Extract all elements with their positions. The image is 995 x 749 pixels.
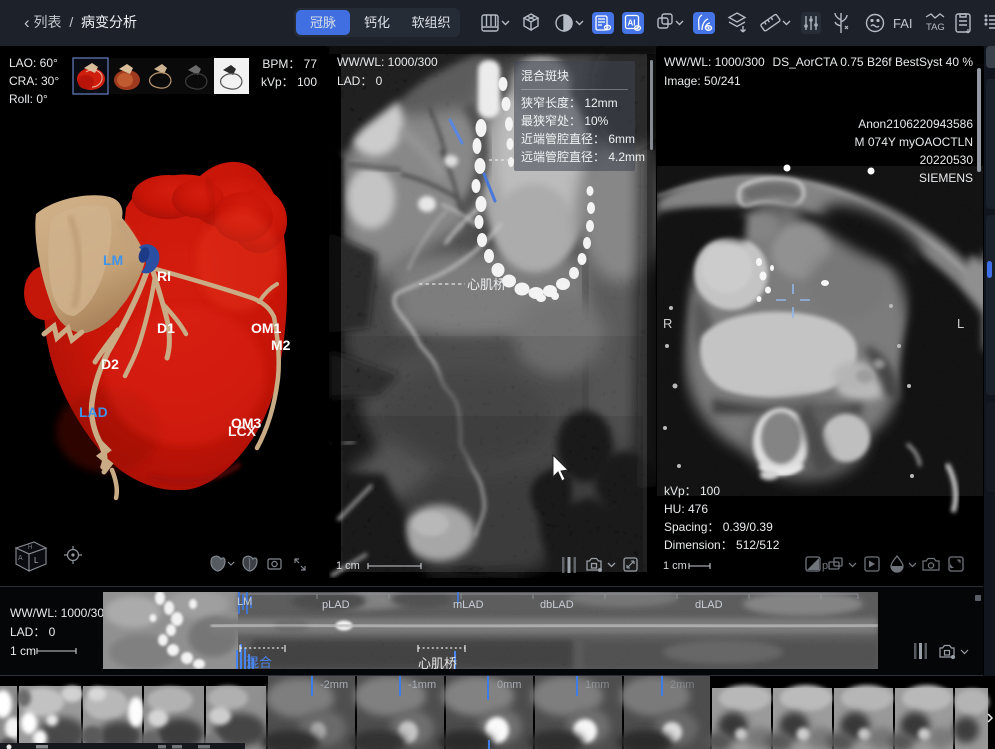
svg-text:TAG: TAG bbox=[926, 22, 945, 33]
svg-text:mLAD: mLAD bbox=[453, 599, 484, 611]
svg-text:R: R bbox=[663, 316, 672, 331]
svg-text:1 cm: 1 cm bbox=[336, 560, 360, 572]
svg-text:L: L bbox=[34, 556, 39, 565]
svg-text:-1mm: -1mm bbox=[408, 679, 436, 691]
svg-text:心肌桥: 心肌桥 bbox=[418, 656, 457, 669]
svg-text:2mm: 2mm bbox=[670, 679, 694, 691]
svg-text:FAI: FAI bbox=[893, 16, 913, 31]
svg-text:A: A bbox=[18, 555, 23, 562]
svg-text:LM: LM bbox=[237, 596, 252, 608]
svg-text:心肌桥: 心肌桥 bbox=[467, 277, 506, 292]
svg-text:混合: 混合 bbox=[246, 655, 272, 669]
svg-text:H: H bbox=[28, 545, 32, 551]
svg-text:p: p bbox=[822, 560, 828, 572]
svg-text:dLAD: dLAD bbox=[695, 599, 723, 611]
svg-text:1 cm: 1 cm bbox=[663, 560, 687, 572]
svg-text:1mm: 1mm bbox=[585, 679, 609, 691]
svg-text:-2mm: -2mm bbox=[320, 679, 348, 691]
svg-text:AI: AI bbox=[628, 19, 636, 28]
svg-text:dbLAD: dbLAD bbox=[540, 599, 574, 611]
svg-text:0mm: 0mm bbox=[497, 679, 521, 691]
svg-text:L: L bbox=[957, 316, 964, 331]
svg-text:pLAD: pLAD bbox=[322, 599, 350, 611]
